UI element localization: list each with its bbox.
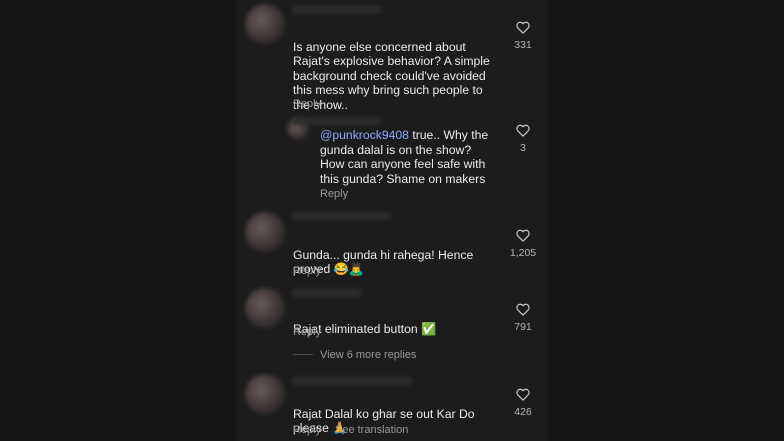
like-count: 331 bbox=[514, 39, 532, 51]
mention-link[interactable]: @punkrock9408 bbox=[320, 128, 409, 142]
reply-button[interactable]: Reply bbox=[293, 265, 321, 277]
avatar[interactable] bbox=[245, 212, 285, 252]
like-count: 3 bbox=[520, 142, 526, 154]
heart-outline-icon[interactable] bbox=[516, 124, 530, 137]
like-count: 1,205 bbox=[509, 247, 537, 259]
username-blurred[interactable] bbox=[292, 289, 362, 297]
comment-text: Gunda... gunda hi rahega! Hence proved 😂… bbox=[293, 247, 474, 277]
comment-text: Is anyone else concerned about Rajat's e… bbox=[293, 39, 490, 112]
heart-outline-icon[interactable] bbox=[516, 303, 530, 316]
comment-text: Rajat eliminated button ✅ bbox=[293, 321, 437, 336]
username-blurred[interactable] bbox=[292, 377, 412, 385]
username-blurred[interactable] bbox=[292, 6, 382, 14]
reply-button[interactable]: Reply bbox=[293, 424, 321, 436]
heart-outline-icon[interactable] bbox=[516, 21, 530, 34]
reply-button[interactable]: Reply bbox=[293, 326, 321, 338]
username-blurred[interactable] bbox=[292, 117, 382, 125]
see-translation-button[interactable]: See translation bbox=[335, 424, 408, 436]
avatar[interactable] bbox=[245, 374, 285, 414]
view-more-replies-button[interactable]: View 6 more replies bbox=[320, 349, 416, 361]
like-count: 791 bbox=[514, 321, 532, 333]
like-count: 426 bbox=[514, 406, 532, 418]
heart-outline-icon[interactable] bbox=[516, 388, 530, 401]
avatar[interactable] bbox=[245, 288, 285, 328]
username-blurred[interactable] bbox=[292, 212, 392, 220]
reply-button[interactable]: Reply bbox=[320, 188, 348, 200]
replies-divider bbox=[293, 354, 313, 355]
avatar[interactable] bbox=[245, 4, 285, 44]
heart-outline-icon[interactable] bbox=[516, 229, 530, 242]
comment-text: @punkrock9408 true.. Why the gunda dalal… bbox=[320, 128, 489, 186]
reply-button[interactable]: Reply bbox=[293, 98, 321, 110]
